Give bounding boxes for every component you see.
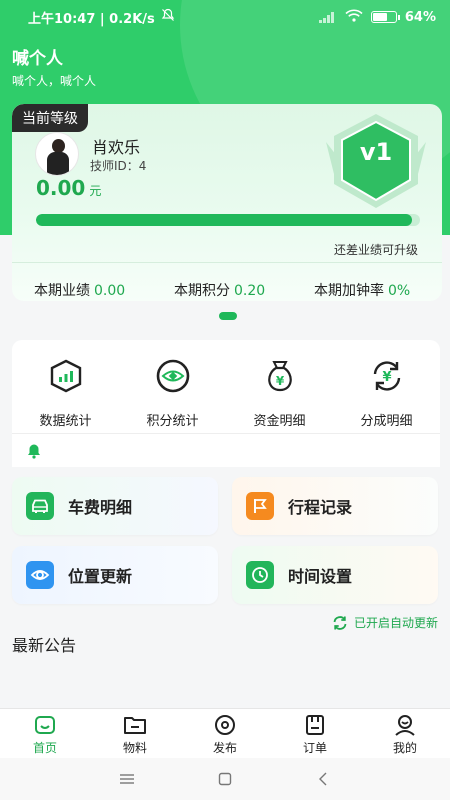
flag-icon [246, 492, 274, 520]
tab-materials[interactable]: 物料 [90, 709, 180, 758]
folder-icon [124, 717, 146, 734]
tab-orders[interactable]: 订单 [270, 709, 360, 758]
yuan-refresh-icon: ¥ [373, 361, 400, 391]
publish-icon [215, 715, 235, 735]
quick-points-stats[interactable]: 积分统计 [119, 340, 226, 433]
upgrade-hint: 还差业绩可升级 [333, 243, 418, 257]
level-card: 当前等级 肖欢乐 技师ID：4 0.00 元 v1 还差业绩可升级 本期业绩 0.0… [12, 104, 442, 301]
profile-icon [395, 715, 415, 736]
tile-fare-details-label: 车费明细 [68, 498, 133, 517]
tab-profile[interactable]: 我的 [360, 709, 450, 758]
tech-id: 技师ID：4 [90, 159, 147, 173]
system-navigation-bar [0, 758, 450, 800]
home-icon [35, 716, 55, 734]
auto-update-label: 已开启自动更新 [353, 616, 438, 630]
back-icon[interactable] [313, 769, 333, 789]
tile-trip-records-label: 行程记录 [288, 498, 353, 517]
refresh-icon [333, 615, 347, 630]
svg-text:¥: ¥ [382, 370, 391, 385]
carousel-indicator [219, 312, 237, 320]
quick-actions: 数据统计 积分统计 ¥ 资金明细 ¥ 分成明细 [12, 340, 440, 433]
clock-icon [246, 561, 274, 589]
tab-publish[interactable]: 发布 [180, 709, 270, 758]
tab-home[interactable]: 首页 [0, 709, 90, 758]
stat-points: 本期积分 0.20 [174, 283, 266, 299]
tile-location-update[interactable]: 位置更新 [12, 546, 218, 604]
money-bag-icon: ¥ [267, 361, 292, 392]
tile-time-settings[interactable]: 时间设置 [232, 546, 438, 604]
level-progress-bar [36, 214, 420, 226]
card-divider [12, 262, 442, 263]
stat-performance: 本期业绩 0.00 [34, 283, 126, 299]
order-icon [306, 715, 324, 735]
stat-addon-rate: 本期加钟率 0% [314, 283, 411, 299]
tile-location-update-label: 位置更新 [68, 567, 133, 586]
level-badge-label: v1 [359, 138, 393, 166]
bottom-tab-bar: 首页 物料 发布 订单 我的 [0, 708, 450, 758]
level-progress-fill [36, 214, 413, 226]
balance-amount: 0.00 元 [36, 176, 102, 200]
menu-icon[interactable] [117, 769, 137, 789]
quick-data-stats[interactable]: 数据统计 [12, 340, 119, 433]
avatar[interactable] [35, 132, 79, 176]
eye-points-icon [156, 359, 189, 393]
status-time: 上午10:47 | 0.2K/s [28, 11, 155, 27]
home-square-icon[interactable] [215, 769, 235, 789]
announcements-title: 最新公告 [12, 636, 77, 655]
level-tag: 当前等级 [12, 104, 88, 132]
status-bar: 上午10:47 | 0.2K/s 64% [0, 0, 450, 34]
quick-fund-details[interactable]: ¥ 资金明细 [226, 340, 333, 433]
signal-icon [318, 11, 337, 23]
quick-share-details[interactable]: ¥ 分成明细 [333, 340, 440, 433]
svg-text:¥: ¥ [275, 374, 284, 388]
wifi-icon [345, 9, 363, 26]
notice-bar[interactable] [12, 433, 440, 467]
user-name: 肖欢乐 [92, 138, 141, 157]
chart-hexagon-icon [50, 359, 81, 393]
battery-icon [370, 11, 400, 23]
location-eye-icon [26, 561, 54, 589]
battery-percent: 64% [404, 9, 436, 25]
auto-update-toggle[interactable]: 已开启自动更新 [332, 614, 438, 631]
tile-trip-records[interactable]: 行程记录 [232, 477, 438, 535]
mute-icon [161, 8, 175, 26]
tile-fare-details[interactable]: 车费明细 [12, 477, 218, 535]
page-title: 喊个人 [12, 49, 63, 69]
page-subtitle: 喊个人，喊个人 [12, 74, 97, 88]
period-stats: 本期业绩 0.00 本期积分 0.20 本期加钟率 0% [34, 280, 442, 300]
battery-fill [372, 13, 387, 21]
car-icon [26, 492, 54, 520]
bell-icon [28, 444, 40, 459]
tile-time-settings-label: 时间设置 [288, 567, 353, 586]
